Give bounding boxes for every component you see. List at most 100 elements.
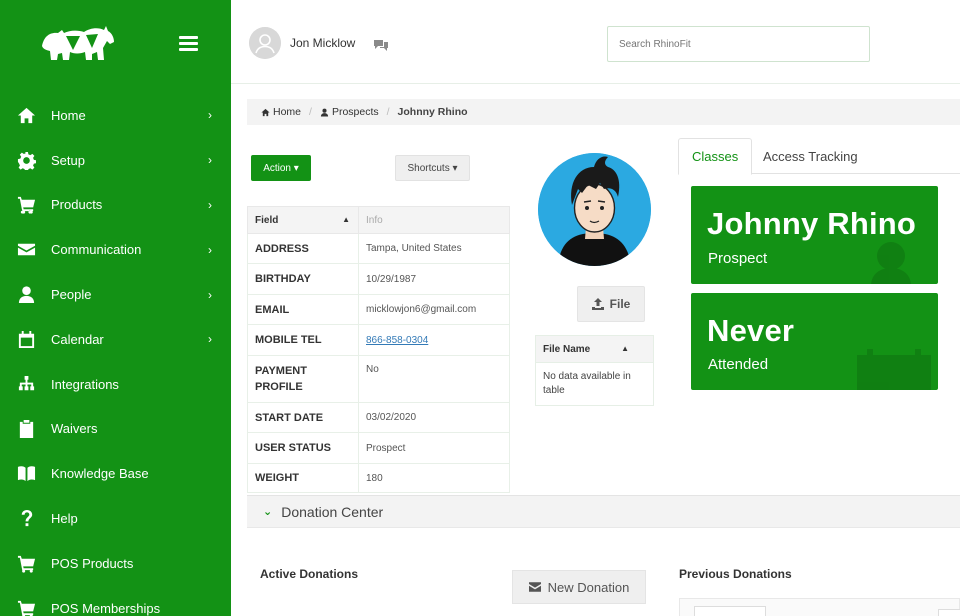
sidebar-item-products[interactable]: Products › [0, 183, 231, 228]
breadcrumb-home-label: Home [273, 106, 302, 118]
sidebar-item-label: Products [51, 197, 103, 213]
active-donations-heading: Active Donations [260, 567, 359, 581]
member-name-card: Johnny Rhino Prospect [691, 186, 938, 284]
donation-center-title: Donation Center [281, 503, 384, 520]
field-key: USER STATUS [247, 432, 359, 464]
top-header: Jon Micklow [231, 0, 960, 84]
home-icon [261, 108, 270, 116]
clipboard-icon [16, 419, 36, 439]
breadcrumb-home[interactable]: Home [261, 106, 301, 118]
sidebar-item-label: Knowledge Base [51, 466, 149, 482]
breadcrumb-prospects[interactable]: Prospects [320, 106, 379, 118]
table-row: EMAIL micklowjon6@gmail.com [247, 294, 510, 325]
field-column-header[interactable]: Field ▲ [247, 206, 359, 234]
field-key: BIRTHDAY [247, 263, 359, 295]
sidebar-item-pos-products[interactable]: POS Products [0, 541, 231, 586]
field-key: EMAIL [247, 294, 359, 325]
chevron-right-icon: › [208, 242, 212, 257]
home-icon [16, 105, 36, 125]
upload-file-label: File [609, 297, 631, 311]
chevron-down-icon: ⌄ [263, 506, 273, 518]
sidebar-item-help[interactable]: Help [0, 496, 231, 541]
breadcrumb-separator: / [309, 106, 312, 118]
action-dropdown-button[interactable]: Action ▾ [251, 155, 311, 181]
sidebar-item-communication[interactable]: Communication › [0, 227, 231, 272]
cart-icon [16, 195, 36, 215]
shortcuts-dropdown-button[interactable]: Shortcuts ▾ [395, 155, 470, 181]
files-empty-message: No data available in table [535, 362, 654, 406]
phone-link[interactable]: 866-858-0304 [358, 324, 510, 356]
profile-avatar[interactable] [538, 153, 651, 266]
table-search-input[interactable] [938, 609, 960, 616]
calendar-watermark-icon [857, 349, 931, 390]
user-name[interactable]: Jon Micklow [290, 36, 355, 50]
breadcrumb-prospects-label: Prospects [331, 106, 379, 118]
breadcrumb-separator: / [386, 106, 390, 118]
envelope-icon [528, 582, 541, 592]
hamburger-icon[interactable] [179, 36, 198, 51]
sidebar-item-label: Communication [51, 242, 142, 258]
field-value: Tampa, United States [358, 233, 510, 264]
breadcrumb-current: Johnny Rhino [397, 106, 468, 118]
breadcrumb: Home / Prospects / Johnny Rhino [247, 99, 960, 125]
rhino-logo[interactable] [40, 24, 116, 64]
last-attended-label: Attended [708, 356, 769, 373]
sort-ascending-icon: ▲ [342, 214, 350, 224]
sitemap-icon [16, 374, 36, 394]
person-icon [320, 108, 329, 117]
sidebar-item-pos-memberships[interactable]: POS Memberships [0, 586, 231, 616]
field-key: ADDRESS [247, 233, 359, 264]
chevron-right-icon: › [208, 332, 212, 347]
search-input[interactable] [607, 26, 870, 62]
sidebar: Home › Setup › Products › Communication … [0, 0, 231, 616]
tab-classes[interactable]: Classes [678, 138, 753, 175]
sidebar-item-label: Setup [51, 152, 85, 168]
new-donation-label: New Donation [547, 579, 630, 595]
calendar-icon [16, 329, 36, 349]
sidebar-item-label: Integrations [51, 376, 119, 392]
sidebar-item-setup[interactable]: Setup › [0, 138, 231, 183]
sidebar-item-label: People [51, 287, 92, 303]
previous-donations-heading: Previous Donations [679, 567, 792, 581]
chevron-right-icon: › [208, 197, 212, 212]
new-donation-button[interactable]: New Donation [512, 570, 646, 604]
chat-icon[interactable] [373, 38, 389, 52]
field-value: 10/29/1987 [358, 263, 510, 295]
sidebar-item-home[interactable]: Home › [0, 93, 231, 138]
upload-file-button[interactable]: File [577, 286, 645, 322]
sidebar-item-label: Home [51, 107, 86, 123]
sidebar-item-label: Calendar [51, 331, 104, 347]
table-row: START DATE 03/02/2020 [247, 402, 510, 433]
sidebar-item-label: POS Products [51, 555, 134, 571]
member-status: Prospect [708, 250, 768, 267]
sidebar-item-integrations[interactable]: Integrations [0, 362, 231, 407]
previous-donations-panel [679, 598, 960, 616]
page-length-select[interactable] [694, 606, 766, 616]
profile-fields-table: Field ▲ Info ADDRESS Tampa, United States … [247, 206, 510, 493]
sort-ascending-icon: ▲ [621, 343, 629, 353]
info-column-header[interactable]: Info [358, 206, 510, 234]
chevron-right-icon: › [208, 108, 212, 123]
sidebar-item-calendar[interactable]: Calendar › [0, 317, 231, 362]
field-value: micklowjon6@gmail.com [358, 294, 510, 325]
sidebar-item-label: Waivers [51, 421, 98, 437]
sidebar-item-knowledge-base[interactable]: Knowledge Base [0, 451, 231, 496]
table-row: USER STATUS Prospect [247, 432, 510, 464]
table-row: MOBILE TEL 866-858-0304 [247, 324, 510, 356]
sidebar-item-people[interactable]: People › [0, 272, 231, 317]
cart-icon [16, 598, 36, 616]
sidebar-item-waivers[interactable]: Waivers [0, 407, 231, 452]
tab-access-tracking[interactable]: Access Tracking [750, 138, 871, 174]
donation-center-toggle[interactable]: ⌄ Donation Center [247, 495, 960, 528]
gear-icon [16, 150, 36, 170]
field-header-label: Field [255, 214, 279, 226]
sidebar-nav: Home › Setup › Products › Communication … [0, 93, 231, 616]
sidebar-item-label: Help [51, 511, 78, 527]
person-watermark-icon [871, 242, 911, 284]
member-name: Johnny Rhino [707, 206, 917, 241]
user-avatar[interactable] [249, 27, 281, 59]
file-name-column-header[interactable]: File Name ▲ [535, 335, 654, 363]
files-table: File Name ▲ No data available in table [535, 335, 654, 406]
field-key: PAYMENT PROFILE [247, 355, 359, 403]
cart-icon [16, 553, 36, 573]
